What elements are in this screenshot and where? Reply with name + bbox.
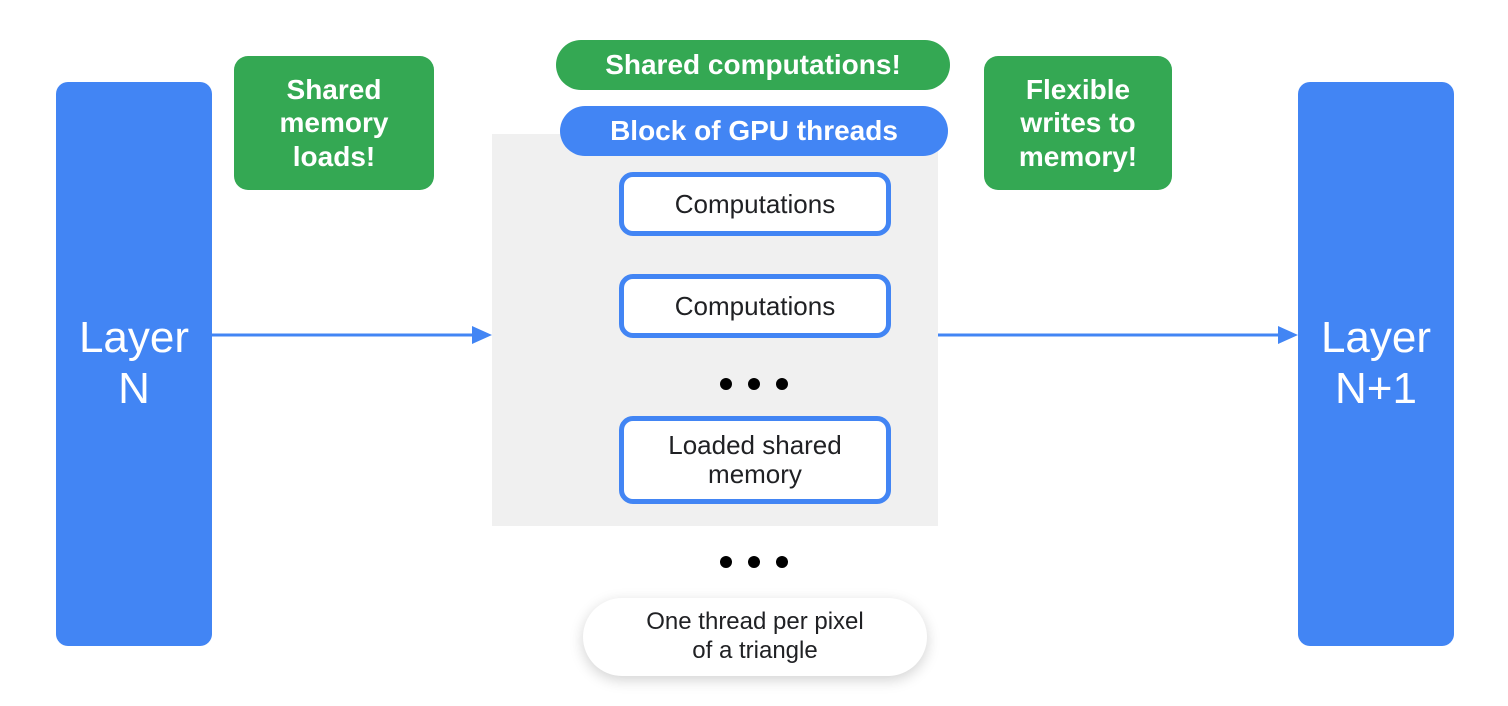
caption-thread-per-pixel: One thread per pixel of a triangle	[583, 598, 927, 676]
gpu-block-header: Block of GPU threads	[560, 106, 948, 156]
callout-flexible-writes: Flexible writes to memory!	[984, 56, 1172, 190]
ellipsis-icon-inner	[720, 378, 788, 390]
ellipsis-icon-outer	[720, 556, 788, 568]
layer-n-line1: Layer	[79, 313, 189, 362]
layer-n-line2: N	[118, 364, 150, 413]
layer-n-box: Layer N	[56, 82, 212, 646]
loaded-shared-memory-box: Loaded shared memory	[619, 416, 891, 504]
computation-box-2: Computations	[619, 274, 891, 338]
layer-n1-box: Layer N+1	[1298, 82, 1454, 646]
callout-shared-computations: Shared computations!	[556, 40, 950, 90]
computation-box-1: Computations	[619, 172, 891, 236]
arrow-left-icon	[212, 320, 492, 350]
diagram-stage: Layer N Layer N+1 Shared memory loads! F…	[0, 0, 1508, 706]
callout-shared-memory-loads: Shared memory loads!	[234, 56, 434, 190]
layer-n1-label: Layer N+1	[1321, 313, 1431, 414]
layer-n-label: Layer N	[79, 313, 189, 414]
arrow-right-icon	[938, 320, 1298, 350]
layer-n1-line1: Layer	[1321, 313, 1431, 362]
layer-n1-line2: N+1	[1335, 364, 1417, 413]
